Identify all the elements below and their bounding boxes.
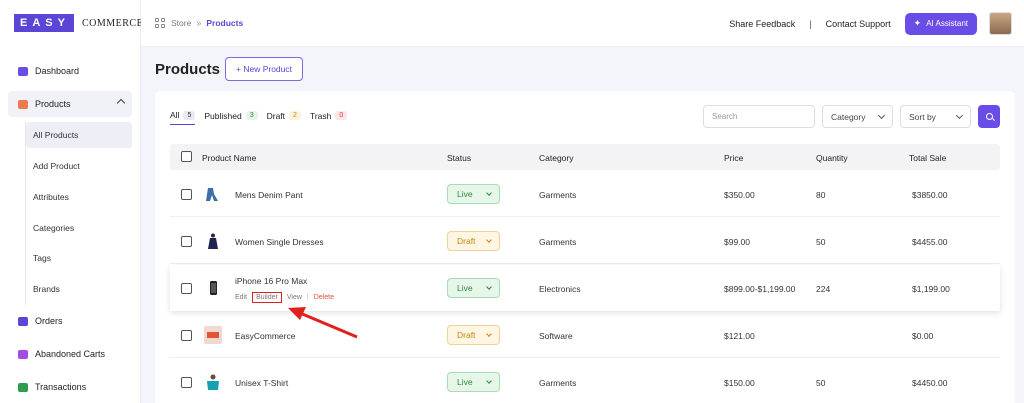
annotation-arrow bbox=[288, 307, 358, 339]
